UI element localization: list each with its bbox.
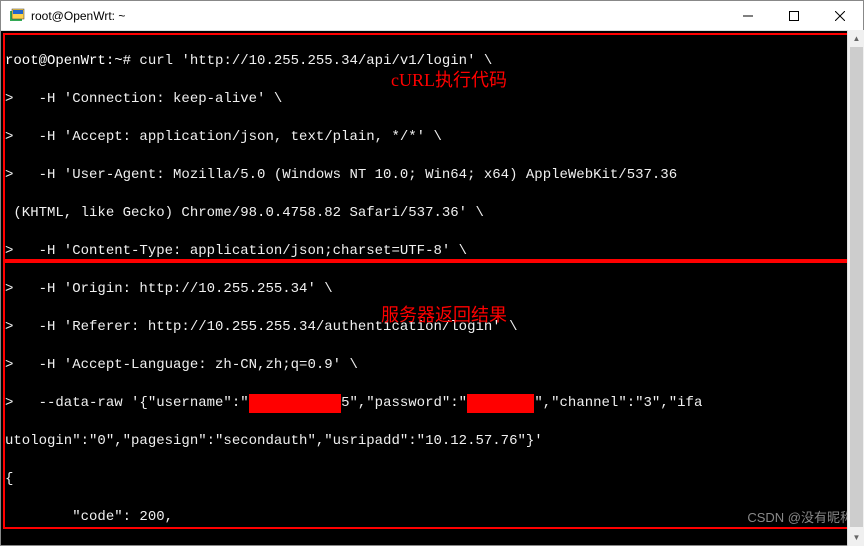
curl-header-line: > -H 'Referer: http://10.255.255.34/auth… — [5, 318, 859, 337]
curl-data-raw-cont: utologin":"0","pagesign":"secondauth","u… — [5, 432, 859, 451]
curl-header-line: (KHTML, like Gecko) Chrome/98.0.4758.82 … — [5, 204, 859, 223]
response-line: "code": 200, — [5, 508, 859, 527]
window-controls — [725, 1, 863, 30]
window-title: root@OpenWrt: ~ — [31, 9, 725, 23]
vertical-scrollbar[interactable]: ▲ ▼ — [847, 30, 864, 546]
shell-prompt: root@OpenWrt:~# — [5, 53, 131, 69]
scroll-thumb[interactable] — [850, 47, 863, 527]
curl-header-line: > -H 'Accept-Language: zh-CN,zh;q=0.9' \ — [5, 356, 859, 375]
titlebar[interactable]: root@OpenWrt: ~ — [1, 1, 863, 31]
curl-header-line: > -H 'Content-Type: application/json;cha… — [5, 242, 859, 261]
terminal-output[interactable]: root@OpenWrt:~# curl 'http://10.255.255.… — [1, 31, 863, 545]
annotation-label-curl: cURL执行代码 — [391, 71, 507, 90]
redacted-password — [467, 394, 534, 413]
minimize-button[interactable] — [725, 1, 771, 31]
maximize-button[interactable] — [771, 1, 817, 31]
close-button[interactable] — [817, 1, 863, 31]
curl-header-line: > -H 'Connection: keep-alive' \ — [5, 90, 859, 109]
curl-command: curl 'http://10.255.255.34/api/v1/login'… — [131, 53, 492, 69]
curl-header-line: > -H 'User-Agent: Mozilla/5.0 (Windows N… — [5, 166, 859, 185]
scroll-down-arrow[interactable]: ▼ — [848, 529, 864, 546]
curl-data-raw: > --data-raw '{"username":" 5","password… — [5, 394, 859, 413]
scroll-up-arrow[interactable]: ▲ — [848, 30, 864, 47]
response-line: { — [5, 470, 859, 489]
app-window: root@OpenWrt: ~ root@OpenWrt:~# curl 'ht… — [0, 0, 864, 546]
curl-header-line: > -H 'Origin: http://10.255.255.34' \ — [5, 280, 859, 299]
redacted-username — [249, 394, 341, 413]
curl-header-line: > -H 'Accept: application/json, text/pla… — [5, 128, 859, 147]
putty-icon — [9, 8, 25, 24]
